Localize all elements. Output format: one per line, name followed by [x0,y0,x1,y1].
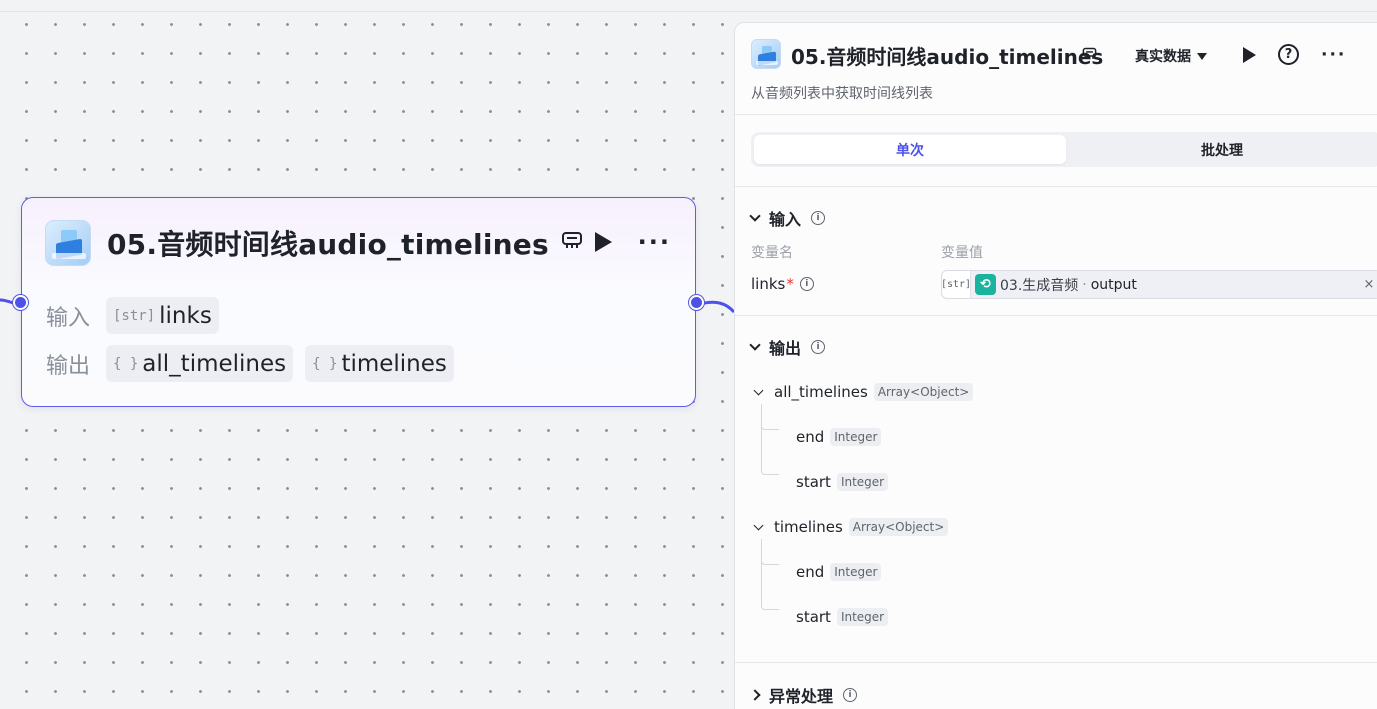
input-chip-links[interactable]: [str] links [106,297,219,334]
input-variable-name: links * i [751,275,814,293]
node-title: 05.音频时间线audio_timelines [107,228,549,261]
chevron-down-icon [749,338,761,351]
required-mark: * [786,275,794,293]
panel-title[interactable]: 05.音频时间线audio_timelines [791,41,1103,70]
caret-down-icon [1197,52,1207,60]
chevron-down-icon[interactable] [753,520,764,530]
str-type-icon: [str] [941,271,971,298]
run-icon[interactable] [1243,46,1256,63]
output-label: 输出 [46,353,91,379]
column-header-value: 变量值 [941,245,983,261]
data-mode-select[interactable]: 真实数据 [1135,46,1207,66]
more-options-icon[interactable]: ··· [638,230,671,254]
type-badge: Array<Object> [873,383,974,401]
clear-icon[interactable]: × [1358,277,1377,292]
info-icon[interactable]: i [811,211,826,225]
output-port[interactable] [689,295,704,310]
output-child-start: start Integer [796,608,889,626]
run-node-icon[interactable] [594,232,612,252]
run-mode-tabs: 单次 批处理 [751,132,1377,167]
divider [735,315,1377,316]
input-port[interactable] [13,295,28,310]
output-child-start: start Integer [796,473,889,491]
loop-node-icon: ⟲ [975,274,996,295]
tree-connector [761,539,779,610]
output-item-all-timelines[interactable]: all_timelines Array<Object> [753,383,974,401]
node-detail-panel: 05.音频时间线audio_timelines 真实数据 ? ··· 从音频列表… [734,22,1377,709]
variable-reference-field[interactable]: [str] ⟲ 03.生成音频 · output × [941,270,1377,299]
node-outputs-row: 输出 { } all_timelines { } timelines [46,345,454,382]
code-block-icon [561,231,583,255]
more-options-icon[interactable]: ··· [1321,45,1346,65]
chevron-down-icon [749,209,761,222]
input-label: 输入 [46,305,91,331]
type-badge: Integer [836,608,889,626]
exception-section-header[interactable]: 异常处理 i [749,683,858,707]
input-section-header[interactable]: 输入 i [749,206,826,230]
tab-single[interactable]: 单次 [754,135,1066,164]
str-type-icon: [str] [113,307,156,324]
info-icon[interactable]: i [843,688,858,702]
node-inputs-row: 输入 [str] links [46,297,219,334]
chevron-down-icon[interactable] [753,385,764,395]
tree-connector [761,404,779,475]
node-toolbar: ··· [594,230,671,254]
help-icon[interactable]: ? [1278,44,1299,65]
info-icon[interactable]: i [811,340,826,354]
tab-batch[interactable]: 批处理 [1066,135,1377,164]
info-icon[interactable]: i [799,277,814,291]
type-badge: Integer [830,428,882,446]
panel-header: 05.音频时间线audio_timelines 真实数据 ? ··· 从音频列表… [735,23,1377,115]
output-item-timelines[interactable]: timelines Array<Object> [753,518,949,536]
reference-value[interactable]: ⟲ 03.生成音频 · output × [971,271,1377,298]
column-header-name: 变量名 [751,245,793,261]
type-badge: Array<Object> [848,518,949,536]
output-child-end: end Integer [796,428,882,446]
output-chip-timelines[interactable]: { } timelines [305,345,454,382]
type-badge: Integer [830,563,882,581]
top-bar [0,0,1377,12]
node-header: 05.音频时间线audio_timelines [45,220,583,266]
panel-description: 从音频列表中获取时间线列表 [751,86,933,102]
object-type-icon: { } [312,355,338,372]
output-chip-all-timelines[interactable]: { } all_timelines [106,345,294,382]
panel-app-icon [751,39,781,69]
output-section-header[interactable]: 输出 i [749,335,826,359]
object-type-icon: { } [113,355,139,372]
divider [735,662,1377,663]
code-block-icon [1082,46,1097,65]
chevron-right-icon [749,689,761,701]
type-badge: Integer [836,473,889,491]
workflow-node-card[interactable]: 05.音频时间线audio_timelines ··· 输入 [str] lin… [13,197,704,407]
panel-toolbar: ? ··· [1243,44,1346,65]
node-app-icon [45,220,91,266]
output-child-end: end Integer [796,563,882,581]
divider [735,186,1377,187]
